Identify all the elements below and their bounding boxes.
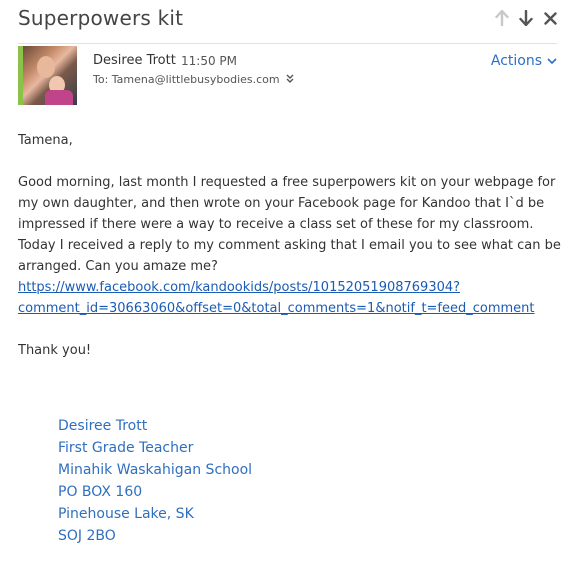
message-header: Desiree Trott 11:50 PM To: Tamena@little… bbox=[18, 46, 557, 106]
email-subject: Superpowers kit bbox=[18, 6, 184, 30]
sender-name[interactable]: Desiree Trott bbox=[93, 53, 176, 68]
body-paragraph: Good morning, last month I requested a f… bbox=[18, 172, 563, 319]
actions-menu-button[interactable]: Actions bbox=[491, 53, 557, 69]
signature-line: Pinehouse Lake, SK bbox=[58, 506, 194, 522]
greeting: Tamena, bbox=[18, 133, 73, 148]
message-nav bbox=[495, 9, 557, 27]
closing: Thank you! bbox=[18, 343, 92, 358]
signature-line: SOJ 2BO bbox=[58, 528, 116, 544]
message-body: Tamena, Good morning, last month I reque… bbox=[18, 130, 563, 382]
recipients-line: To: Tamena@littlebusybodies.com bbox=[93, 73, 294, 86]
arrow-up-icon[interactable] bbox=[495, 9, 509, 27]
signature-line: Minahik Waskahigan School bbox=[58, 462, 253, 478]
signature-line: Desiree Trott bbox=[58, 418, 148, 434]
avatar bbox=[18, 46, 77, 105]
actions-label: Actions bbox=[490, 53, 542, 69]
sent-time: 11:50 PM bbox=[181, 54, 237, 68]
chevron-down-icon bbox=[547, 57, 557, 64]
recipient-text: To: Tamena@littlebusybodies.com bbox=[93, 73, 280, 86]
subject-divider bbox=[18, 43, 557, 44]
double-chevron-down-icon[interactable] bbox=[286, 74, 294, 86]
signature-line: PO BOX 160 bbox=[58, 484, 143, 500]
signature-line: First Grade Teacher bbox=[58, 440, 194, 456]
arrow-down-icon[interactable] bbox=[519, 9, 533, 27]
signature-block: Desiree Trott First Grade Teacher Minahi… bbox=[58, 415, 252, 547]
body-text: Good morning, last month I requested a f… bbox=[18, 175, 561, 274]
facebook-link[interactable]: https://www.facebook.com/kandookids/post… bbox=[18, 280, 535, 316]
close-icon[interactable] bbox=[543, 9, 557, 27]
